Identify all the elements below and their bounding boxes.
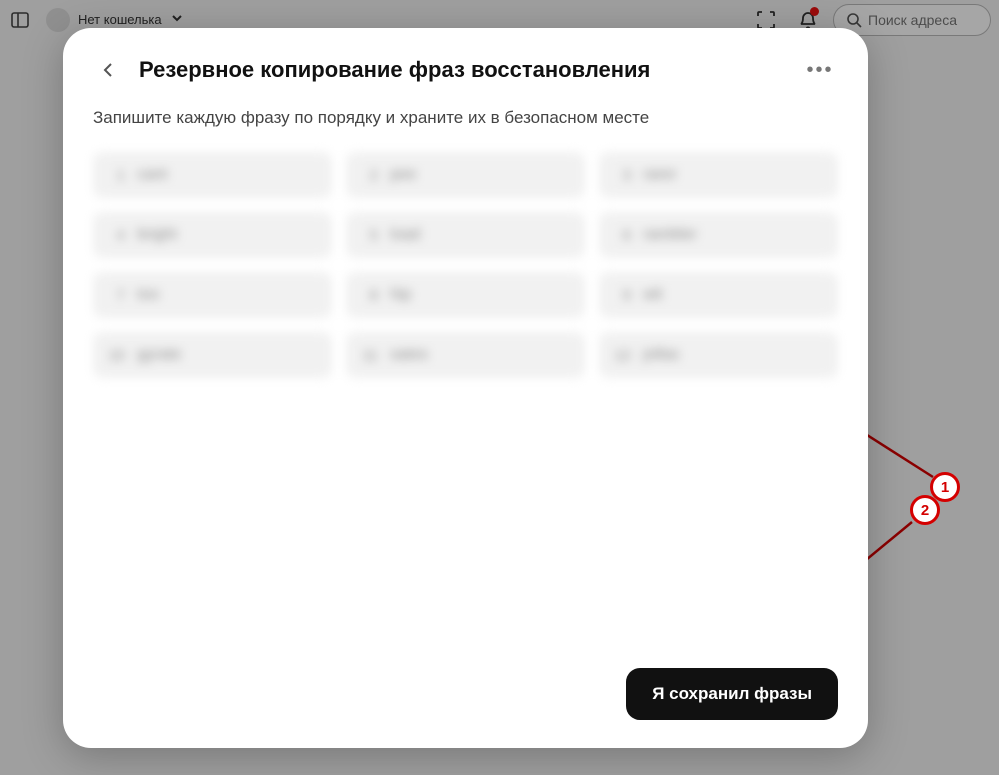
more-icon: •••	[806, 59, 833, 82]
phrase-index: 5	[360, 227, 378, 244]
back-button[interactable]	[93, 54, 125, 86]
confirm-saved-button[interactable]: Я сохранил фразы	[626, 668, 838, 720]
phrase-cell: 10 gyrate	[93, 332, 332, 378]
modal-subtitle: Запишите каждую фразу по порядку и храни…	[93, 108, 838, 128]
phrase-word: bright	[137, 226, 177, 244]
phrase-cell: 8 hip	[346, 272, 585, 318]
phrase-index: 7	[107, 287, 125, 304]
phrase-index: 12	[613, 347, 631, 364]
phrase-index: 4	[107, 227, 125, 244]
phrase-index: 1	[107, 167, 125, 184]
phrase-word: wit	[643, 286, 663, 304]
phrase-word: gyrate	[137, 346, 181, 364]
phrase-word: rarer	[643, 166, 677, 184]
phrase-index: 6	[613, 227, 631, 244]
phrase-cell: 11 sates	[346, 332, 585, 378]
phrase-cell: 12 jollas	[599, 332, 838, 378]
modal-header: Резервное копирование фраз восстановлени…	[93, 52, 838, 88]
phrase-word: cant	[137, 166, 167, 184]
modal-title: Резервное копирование фраз восстановлени…	[139, 57, 788, 83]
backup-phrase-modal: Резервное копирование фраз восстановлени…	[63, 28, 868, 748]
chevron-left-icon	[100, 61, 118, 79]
phrase-index: 11	[360, 347, 378, 364]
phrase-word: hip	[390, 286, 411, 304]
annotation-marker-2: 2	[910, 495, 940, 525]
phrase-cell: 9 wit	[599, 272, 838, 318]
phrase-word: rambler	[643, 226, 697, 244]
phrase-cell: 2 pee	[346, 152, 585, 198]
phrase-cell: 1 cant	[93, 152, 332, 198]
phrase-word: sates	[390, 346, 428, 364]
modal-footer: Я сохранил фразы	[93, 668, 838, 720]
phrase-cell: 6 rambler	[599, 212, 838, 258]
phrase-index: 2	[360, 167, 378, 184]
phrase-index: 10	[107, 347, 125, 364]
phrase-word: jollas	[643, 346, 679, 364]
phrase-word: too	[137, 286, 159, 304]
phrase-index: 9	[613, 287, 631, 304]
phrase-word: load	[390, 226, 420, 244]
phrase-cell: 5 load	[346, 212, 585, 258]
phrase-cell: 3 rarer	[599, 152, 838, 198]
phrase-index: 3	[613, 167, 631, 184]
phrase-word: pee	[390, 166, 417, 184]
phrase-index: 8	[360, 287, 378, 304]
phrase-cell: 4 bright	[93, 212, 332, 258]
phrase-cell: 7 too	[93, 272, 332, 318]
phrase-grid: 1 cant 2 pee 3 rarer 4 bright 5 load 6 rambler 7 too 8…	[93, 152, 838, 378]
more-button[interactable]: •••	[802, 52, 838, 88]
